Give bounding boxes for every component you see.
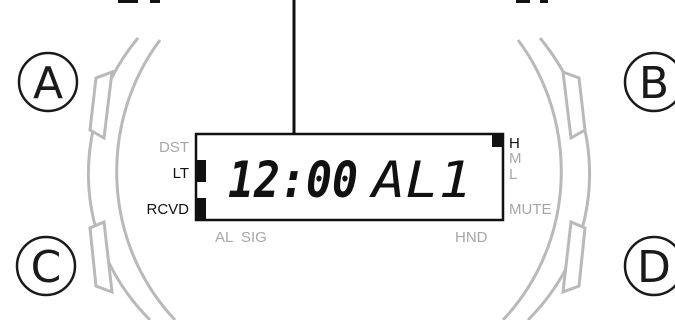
watch-diagram: A B C D DST LT RCVD AL SIG HND H M L MUT… (15, 0, 675, 320)
button-label-c[interactable]: C (15, 235, 77, 297)
button-c-letter: C (31, 242, 62, 293)
m-indicator: M (509, 150, 522, 167)
top-text-fragment-left-2 (150, 0, 160, 3)
lt-indicator-marker (196, 160, 206, 182)
pusher-d (561, 219, 587, 295)
top-text-fragment-left (118, 0, 138, 3)
case-inner-left-arc (115, 39, 177, 320)
sig-indicator: SIG (241, 229, 267, 246)
top-text-fragment-right-2 (540, 0, 548, 3)
button-label-d[interactable]: D (623, 235, 675, 297)
button-label-b[interactable]: B (623, 51, 675, 113)
button-d-letter: D (637, 242, 671, 293)
top-text-fragment-right (516, 0, 530, 3)
hnd-indicator: HND (455, 229, 488, 246)
button-label-a[interactable]: A (17, 51, 79, 113)
rcvd-indicator: RCVD (146, 201, 189, 218)
button-a-letter: A (33, 58, 63, 109)
alarm-mode-display: AL1 (369, 151, 472, 209)
al-indicator: AL (215, 229, 233, 246)
rcvd-indicator-marker (196, 198, 206, 220)
pusher-c (88, 219, 114, 295)
alarm-time-display: 12:00 (228, 151, 358, 209)
lt-indicator: LT (173, 165, 189, 182)
mute-indicator: MUTE (509, 201, 552, 218)
l-indicator: L (509, 166, 517, 183)
dst-indicator: DST (159, 139, 189, 156)
pusher-a (88, 69, 114, 141)
h-indicator-marker (492, 135, 502, 147)
button-b-letter: B (639, 58, 669, 109)
pusher-b (561, 69, 587, 141)
